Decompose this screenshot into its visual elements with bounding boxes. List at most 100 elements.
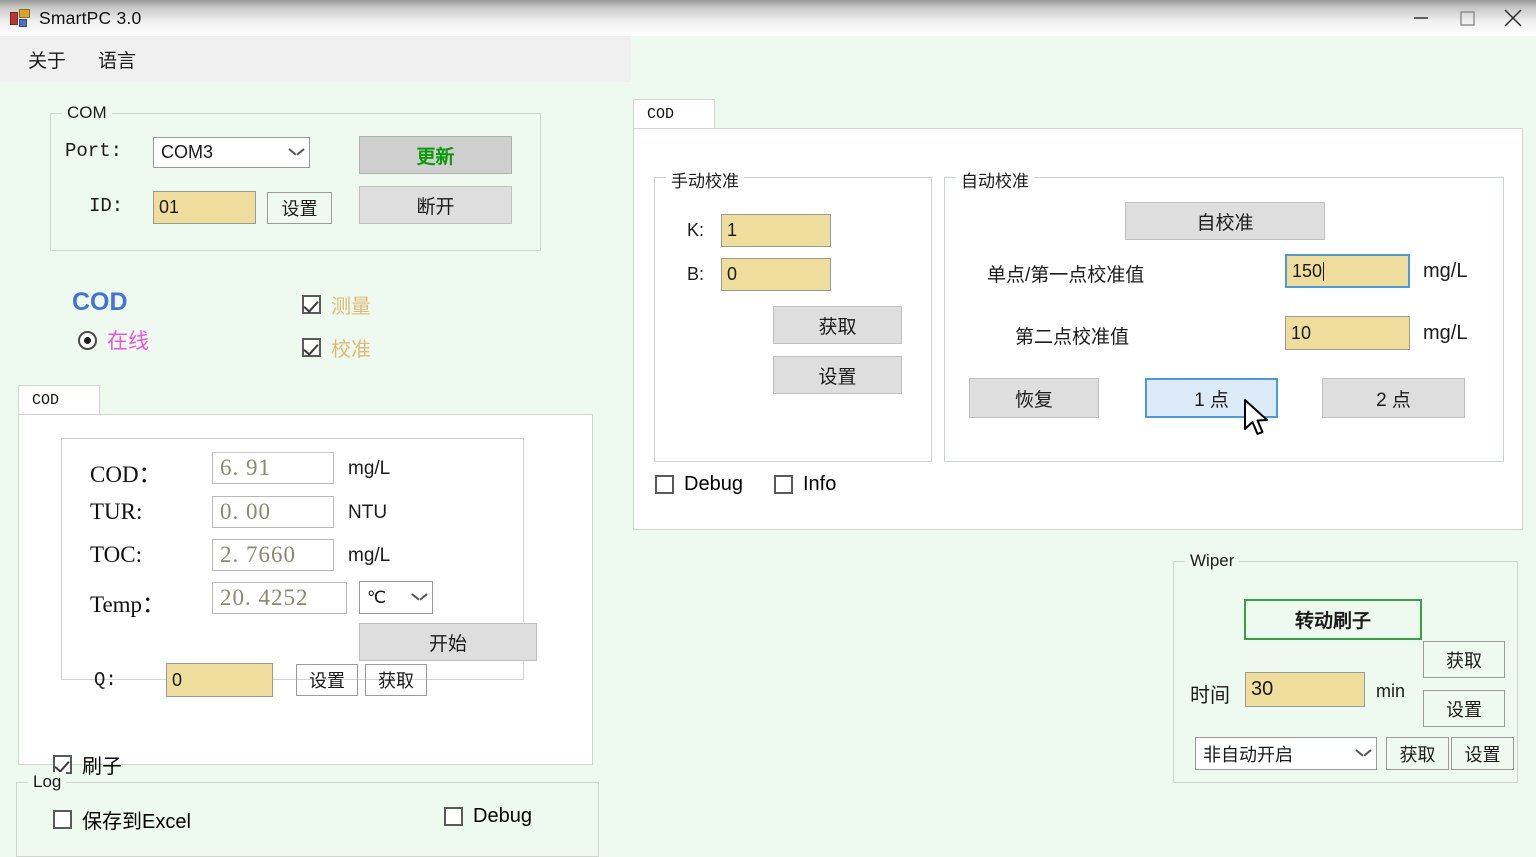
window-controls [1398,0,1536,36]
id-set-button[interactable]: 设置 [267,192,332,224]
cod-value: 6. 91 [220,455,271,481]
toc-value-field: 2. 7660 [212,539,334,571]
port-label: Port: [65,140,122,162]
k-input[interactable]: 1 [721,214,831,247]
tab-cod-readout[interactable]: COD [18,385,100,415]
minimize-icon[interactable] [1398,0,1444,36]
close-icon[interactable] [1490,0,1536,36]
one-point-button[interactable]: 1 点 [1145,378,1278,418]
b-input[interactable]: 0 [721,258,831,291]
id-input-value: 01 [159,197,179,218]
toc-value: 2. 7660 [220,542,296,568]
point2-unit: mg/L [1423,322,1467,345]
restore-button[interactable]: 恢复 [969,378,1099,418]
wiper-get-button[interactable]: 获取 [1423,641,1505,678]
checkbox-indicator [302,295,321,314]
calibration-debug-checkbox[interactable]: Debug [655,473,743,496]
q-get-button[interactable]: 获取 [365,664,427,696]
point1-input-value: 150 [1292,261,1322,282]
readout-label: Temp： [90,585,165,619]
online-label: 在线 [107,325,149,355]
update-button[interactable]: 更新 [359,136,512,174]
tur-value: 0. 00 [220,499,271,525]
manual-calibration-group: 手动校准 K: 1 B: 0 获取 设置 [654,177,932,462]
readout-unit: NTU [348,502,387,524]
menu-item-about[interactable]: 关于 [18,42,76,77]
wiper-mode-value: 非自动开启 [1203,741,1350,767]
rotate-brush-button[interactable]: 转动刷子 [1244,599,1422,640]
calibrate-checkbox[interactable]: 校准 [302,333,371,362]
window-title: SmartPC 3.0 [39,8,141,29]
calibrate-label: 校准 [331,333,371,362]
temp-unit-value: ℃ [367,588,406,608]
calibration-debug-label: Debug [684,473,743,496]
tur-value-field: 0. 00 [212,496,334,528]
log-debug-checkbox[interactable]: Debug [444,805,532,828]
calibration-tab-body: 手动校准 K: 1 B: 0 获取 设置 自动校准 自校准 单点/第一点校准值 … [633,128,1523,530]
self-calibration-button[interactable]: 自校准 [1125,202,1325,240]
menu-item-language[interactable]: 语言 [88,42,146,77]
cod-status-label: COD [72,288,128,317]
wiper-mode-set-button[interactable]: 设置 [1451,737,1514,770]
checkbox-indicator [302,338,321,357]
temp-value: 20. 4252 [220,585,309,611]
point2-input[interactable]: 10 [1285,316,1410,350]
wiper-mode-get-button[interactable]: 获取 [1386,737,1449,770]
manual-calibration-legend: 手动校准 [666,167,744,192]
k-input-value: 1 [727,220,737,241]
two-point-button[interactable]: 2 点 [1322,378,1465,418]
wiper-set-button[interactable]: 设置 [1423,690,1505,727]
port-select-value: COM3 [161,142,283,163]
wiper-mode-select[interactable]: 非自动开启 [1195,737,1377,770]
auto-calibration-group: 自动校准 自校准 单点/第一点校准值 150 mg/L 第二点校准值 10 mg… [944,177,1504,462]
chevron-down-icon [1350,749,1376,758]
point2-label: 第二点校准值 [1015,322,1129,349]
log-debug-label: Debug [473,805,532,828]
manual-get-button[interactable]: 获取 [773,306,902,344]
port-select[interactable]: COM3 [153,137,310,168]
q-input[interactable]: 0 [166,663,273,697]
wiper-time-unit: min [1376,681,1405,702]
com-group-legend: COM [62,103,112,123]
calibration-info-checkbox[interactable]: Info [774,473,836,496]
title-bar: SmartPC 3.0 [0,0,1536,36]
measure-checkbox[interactable]: 测量 [302,290,371,319]
readout-unit: mg/L [348,458,390,480]
point1-unit: mg/L [1423,260,1467,283]
id-input[interactable]: 01 [153,191,256,224]
id-label: ID: [89,195,123,217]
wiper-time-input[interactable]: 30 [1245,672,1365,707]
log-group: Log 保存到Excel Debug [16,782,599,857]
measure-label: 测量 [331,290,371,319]
q-set-button[interactable]: 设置 [296,664,358,696]
manual-set-button[interactable]: 设置 [773,356,902,394]
brush-label: 刷子 [82,750,122,779]
status-row: COD 在线 测量 校准 [72,288,402,370]
log-group-legend: Log [28,772,66,792]
readout-label: COD： [90,455,162,489]
wiper-group: Wiper 转动刷子 时间 30 min 获取 设置 非自动开启 获取 设置 [1173,561,1518,783]
save-excel-checkbox[interactable]: 保存到Excel [53,805,191,834]
start-button[interactable]: 开始 [359,623,537,661]
maximize-icon[interactable] [1444,0,1490,36]
calibration-info-label: Info [803,473,836,496]
point1-input[interactable]: 150 [1285,254,1410,288]
temp-unit-select[interactable]: ℃ [359,581,433,614]
q-input-value: 0 [172,670,182,691]
b-label: B: [687,264,704,285]
radio-indicator [78,331,97,350]
calibration-tab-control: COD 手动校准 K: 1 B: 0 获取 设置 自动校准 自校准 单点/第一点… [633,99,1523,530]
checkbox-indicator [774,475,793,494]
chevron-down-icon [283,148,309,157]
b-input-value: 0 [727,264,737,285]
point2-input-value: 10 [1291,323,1311,344]
temp-value-field: 20. 4252 [212,582,347,614]
tab-cod-calibration[interactable]: COD [633,99,715,129]
auto-calibration-legend: 自动校准 [956,167,1034,192]
readout-label: TUR: [90,499,142,525]
disconnect-button[interactable]: 断开 [359,186,512,224]
point1-label: 单点/第一点校准值 [987,260,1144,287]
cod-value-field: 6. 91 [212,452,334,484]
wiper-time-value: 30 [1251,678,1273,701]
online-radio[interactable]: 在线 [78,325,149,355]
